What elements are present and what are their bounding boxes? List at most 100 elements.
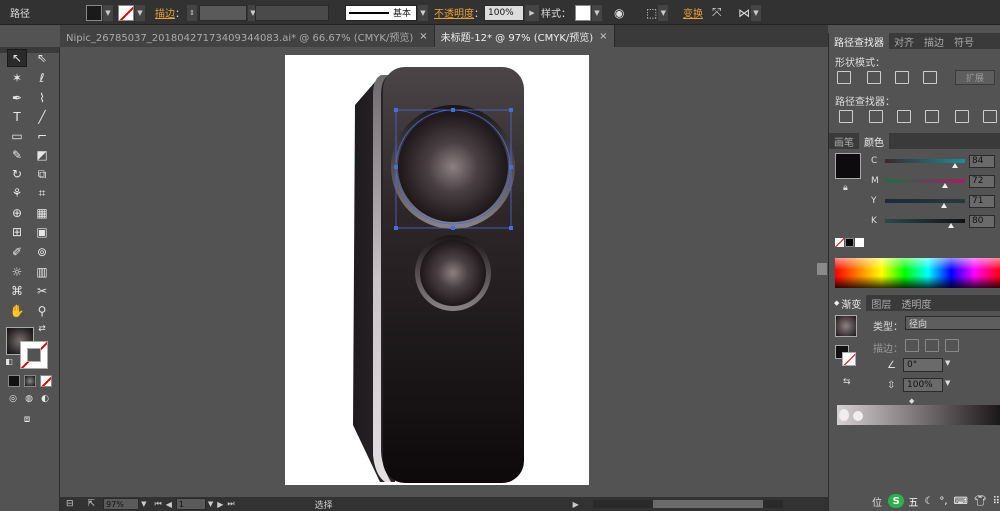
collapse-icon[interactable]: ◆: [834, 299, 839, 307]
aspect-ratio-field[interactable]: 100%: [903, 378, 943, 392]
reverse-gradient-icon[interactable]: ⇆: [843, 377, 851, 387]
speaker-artwork[interactable]: [285, 55, 589, 485]
gradient-preview-swatch[interactable]: [835, 315, 857, 337]
default-fill-stroke-icon[interactable]: ◧: [3, 355, 15, 367]
expand-button[interactable]: 扩展: [955, 70, 995, 85]
tab-nipic-document[interactable]: Nipic_26785037_20180427173409344083.ai* …: [60, 25, 435, 47]
angle-field[interactable]: 0°: [903, 358, 943, 372]
fill-dropdown-icon[interactable]: ▼: [103, 4, 113, 21]
tab-symbols[interactable]: 符号: [949, 33, 979, 49]
artboard[interactable]: [285, 55, 589, 485]
type-tool-icon[interactable]: T: [7, 108, 27, 126]
ime-lang-label[interactable]: 五: [908, 494, 918, 509]
artboard-nav-icon[interactable]: ⊟: [66, 499, 74, 509]
opacity-label[interactable]: 不透明度: [434, 5, 474, 20]
fill-swatch[interactable]: [86, 4, 102, 21]
eraser-tool-icon[interactable]: ◩: [32, 146, 52, 164]
gradient-midpoint-icon[interactable]: ◆: [909, 397, 914, 405]
perspective-grid-tool-icon[interactable]: ▦: [32, 204, 52, 222]
aspect-dropdown-icon[interactable]: ▼: [945, 379, 950, 387]
tab-color[interactable]: 颜色: [859, 133, 889, 149]
style-swatch[interactable]: [575, 4, 591, 21]
tab-layers[interactable]: 图层: [866, 295, 896, 311]
tab-gradient[interactable]: ◆ 渐变: [829, 295, 867, 311]
recolor-icon[interactable]: ◉: [614, 6, 624, 20]
screen-mode-icon[interactable]: ⧈: [17, 412, 37, 426]
stroke-across-icon[interactable]: [945, 339, 959, 352]
magic-wand-tool-icon[interactable]: ✶: [7, 69, 27, 87]
none-mode-button[interactable]: [40, 375, 52, 387]
white-color-chip[interactable]: [855, 238, 864, 247]
scale-tool-icon[interactable]: ⧉: [32, 165, 52, 183]
align-dropdown-icon[interactable]: ▼: [658, 4, 669, 21]
slice-tool-icon[interactable]: ✂: [32, 282, 52, 300]
exclude-icon[interactable]: [923, 71, 937, 84]
lock-icon[interactable]: 🔒︎: [843, 183, 848, 193]
reflect-icon[interactable]: ⋈: [738, 6, 750, 20]
punctuation-icon[interactable]: °,: [939, 496, 947, 507]
stroke-profile-dropdown-icon[interactable]: ▼: [418, 4, 428, 21]
gradient-fill-stroke-icon[interactable]: [835, 345, 857, 367]
merge-icon[interactable]: [897, 110, 911, 123]
first-artboard-icon[interactable]: ⏮: [154, 499, 161, 509]
crop-icon[interactable]: [925, 110, 939, 123]
stroke-swatch[interactable]: [118, 4, 134, 21]
magenta-slider[interactable]: M 72: [871, 174, 999, 188]
close-icon[interactable]: ×: [599, 31, 607, 42]
zoom-field[interactable]: 97%: [103, 498, 140, 510]
draw-inside-icon[interactable]: ◐: [38, 392, 52, 406]
selection-tool-icon[interactable]: ↖: [7, 49, 27, 67]
minus-front-icon[interactable]: [867, 71, 881, 84]
tab-stroke[interactable]: 描边: [919, 33, 949, 49]
transform-link[interactable]: 变换: [683, 5, 703, 20]
minus-back-icon[interactable]: [983, 110, 997, 123]
color-spectrum[interactable]: [835, 258, 1000, 288]
gradient-tool-icon[interactable]: ▣: [32, 223, 52, 241]
black-value-field[interactable]: 80: [969, 214, 995, 228]
transform-icon[interactable]: ⤧: [712, 5, 722, 20]
line-tool-icon[interactable]: ╱: [32, 108, 52, 126]
moon-icon[interactable]: ☾: [924, 496, 933, 507]
direct-selection-tool-icon[interactable]: ⇖: [32, 49, 52, 67]
stroke-color-swatch[interactable]: [20, 341, 48, 369]
hand-tool-icon[interactable]: ✋: [7, 302, 27, 320]
angle-dropdown-icon[interactable]: ▼: [945, 359, 950, 367]
curvature-tool-icon[interactable]: ⌇: [32, 89, 52, 107]
none-color-chip[interactable]: [835, 238, 844, 247]
warp-tool-icon[interactable]: ⚘: [7, 184, 27, 202]
shape-builder-tool-icon[interactable]: ⊕: [7, 204, 27, 222]
tab-untitled-12[interactable]: 未标题-12* @ 97% (CMYK/预览) ×: [434, 25, 615, 47]
brush-definition[interactable]: 基本: [345, 4, 417, 21]
color-mode-button[interactable]: [8, 375, 20, 387]
reflect-dropdown-icon[interactable]: ▼: [751, 4, 761, 21]
variable-width-field[interactable]: [255, 4, 329, 21]
skin-icon[interactable]: 👕︎: [974, 496, 987, 507]
zoom-dropdown-icon[interactable]: ▼: [141, 500, 146, 508]
gradient-stop-mid[interactable]: [853, 411, 863, 421]
tab-brushes[interactable]: 画笔: [829, 133, 859, 149]
zoom-tool-icon[interactable]: ⚲: [32, 302, 52, 320]
yellow-value-field[interactable]: 71: [969, 194, 995, 208]
align-icon[interactable]: ⬚: [646, 6, 657, 20]
tab-align[interactable]: 对齐: [889, 33, 919, 49]
stroke-weight-field[interactable]: [199, 4, 247, 21]
lasso-tool-icon[interactable]: ℓ: [32, 69, 52, 87]
rotate-tool-icon[interactable]: ↻: [7, 165, 27, 183]
stroke-label[interactable]: 描边: [155, 5, 175, 20]
pen-tool-icon[interactable]: ✒: [7, 89, 27, 107]
aspect-ratio-icon[interactable]: ⇳: [887, 380, 895, 391]
style-dropdown-icon[interactable]: ▼: [592, 4, 602, 21]
stroke-within-icon[interactable]: [905, 339, 919, 352]
free-transform-tool-icon[interactable]: ⌗: [32, 184, 52, 202]
black-slider[interactable]: K 80: [871, 214, 999, 228]
unite-icon[interactable]: [837, 71, 851, 84]
export-icon[interactable]: ⇱: [88, 499, 96, 509]
gradient-type-select[interactable]: 径向: [905, 316, 1000, 330]
divide-icon[interactable]: [839, 110, 853, 123]
angle-icon[interactable]: ∠: [887, 360, 896, 371]
color-fill-swatch[interactable]: [835, 153, 861, 179]
black-color-chip[interactable]: [845, 238, 854, 247]
symbol-sprayer-tool-icon[interactable]: ☼: [7, 263, 27, 281]
magenta-value-field[interactable]: 72: [969, 174, 995, 188]
opacity-dropdown-icon[interactable]: ▶: [525, 4, 539, 21]
